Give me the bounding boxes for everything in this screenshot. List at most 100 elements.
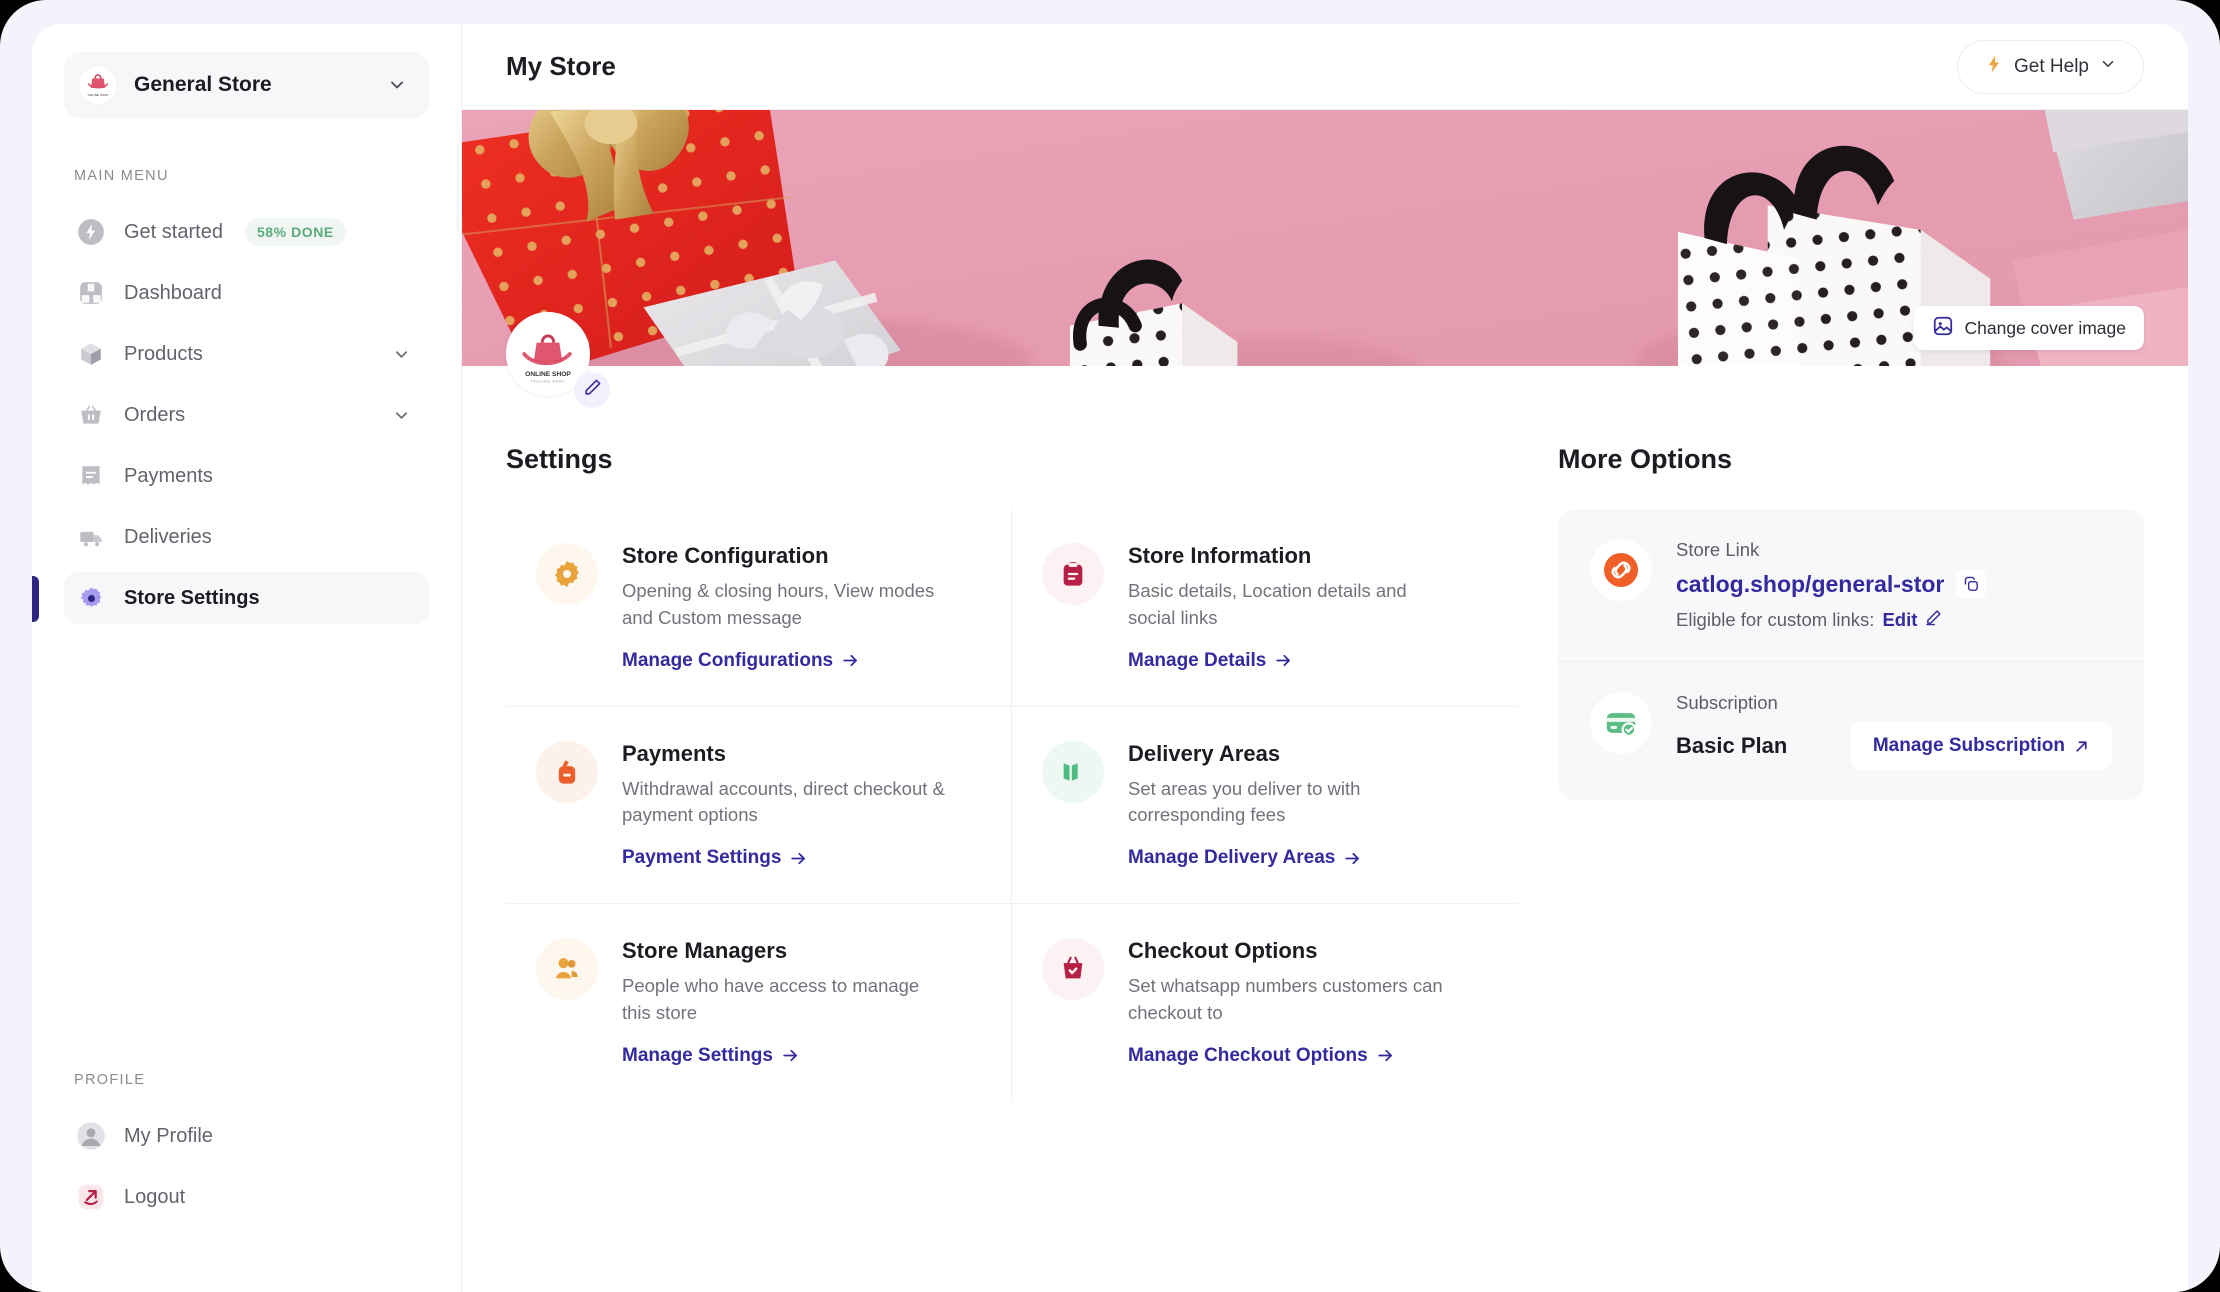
content-area: Settings Store Configuration Opening & c…: [462, 366, 2188, 1101]
chevron-down-icon: [2099, 55, 2117, 79]
card-title: Delivery Areas: [1128, 740, 1281, 766]
settings-card-store-managers[interactable]: Store Managers People who have access to…: [506, 904, 1012, 1101]
more-options-panel: Store Link catlog.shop/general-stor Elig…: [1558, 509, 2144, 800]
card-check-icon: [1590, 692, 1652, 754]
sidebar-item-products[interactable]: Products: [64, 328, 429, 380]
page-title: My Store: [506, 51, 616, 81]
image-icon: [1932, 315, 1954, 342]
subscription-plan-row: Basic Plan Manage Subscription: [1676, 722, 2112, 770]
settings-card-delivery-areas[interactable]: Delivery Areas Set areas you deliver to …: [1012, 707, 1518, 905]
card-title: Store Configuration: [622, 543, 829, 568]
card-link-label: Manage Checkout Options: [1128, 1044, 1368, 1066]
gear-icon: [76, 583, 106, 613]
store-link-url[interactable]: catlog.shop/general-stor: [1676, 569, 1987, 599]
lightning-bolt-icon: [76, 217, 106, 247]
eligible-custom-links: Eligible for custom links: Edit: [1676, 609, 1986, 631]
settings-column: Settings Store Configuration Opening & c…: [506, 444, 1518, 1101]
settings-card-store-information[interactable]: Store Information Basic details, Locatio…: [1012, 509, 1518, 707]
pencil-icon: [583, 378, 602, 402]
chevron-down-icon: [387, 75, 407, 95]
sidebar-item-label: Get started: [124, 220, 223, 243]
card-link-manage-details[interactable]: Manage Details: [1128, 650, 1293, 672]
sidebar-item-deliveries[interactable]: Deliveries: [64, 511, 429, 563]
sidebar-item-label: Orders: [124, 403, 186, 426]
card-title: Store Managers: [622, 938, 788, 964]
change-cover-image-button[interactable]: Change cover image: [1913, 306, 2144, 350]
svg-text:ONLINE SHOP: ONLINE SHOP: [525, 371, 571, 378]
sidebar-item-my-profile[interactable]: My Profile: [64, 1110, 429, 1162]
arrow-right-icon: [1276, 655, 1291, 667]
card-link-manage-settings[interactable]: Manage Settings: [622, 1045, 800, 1067]
settings-card-store-configuration[interactable]: Store Configuration Opening & closing ho…: [506, 509, 1012, 707]
settings-heading: Settings: [506, 444, 613, 474]
card-body: Store Configuration Opening & closing ho…: [622, 543, 952, 672]
card-link-label: Manage Details: [1128, 649, 1267, 671]
card-description: Opening & closing hours, View modes and …: [622, 580, 935, 628]
subscription-plan-name: Basic Plan: [1676, 733, 1788, 758]
lightning-bolt-icon: [1984, 54, 2004, 80]
change-cover-image-label: Change cover image: [1964, 317, 2126, 338]
more-options-column: More Options Store Link catlog.shop/gene…: [1558, 444, 2144, 1101]
user-avatar-icon: [76, 1121, 106, 1151]
arrow-right-icon: [843, 655, 858, 667]
chevron-down-icon[interactable]: [392, 345, 411, 364]
store-logo-icon: ONLINE SHOP: [78, 65, 118, 105]
sidebar-item-logout[interactable]: Logout: [64, 1171, 429, 1223]
arrow-right-icon: [783, 1050, 797, 1062]
sidebar-profile-section: PROFILE My Profile Logout: [64, 1072, 429, 1292]
store-link-label: Store Link: [1676, 539, 1760, 560]
pencil-icon[interactable]: [1925, 609, 1942, 631]
subscription-label: Subscription: [1676, 692, 1778, 713]
main-menu-label: MAIN MENU: [74, 168, 169, 184]
card-description: Withdrawal accounts, direct checkout & p…: [622, 777, 945, 826]
edit-logo-button[interactable]: [574, 372, 610, 408]
card-title: Store Information: [1128, 543, 1312, 568]
get-help-button[interactable]: Get Help: [1957, 39, 2144, 94]
card-link-manage-configurations[interactable]: Manage Configurations: [622, 650, 860, 672]
truck-icon: [76, 522, 106, 552]
edit-store-link-label[interactable]: Edit: [1882, 609, 1917, 631]
chevron-down-icon[interactable]: [392, 406, 411, 425]
copy-icon[interactable]: [1956, 569, 1987, 599]
card-link-payment-settings[interactable]: Payment Settings: [622, 847, 808, 869]
store-link-body: Store Link catlog.shop/general-stor Elig…: [1676, 539, 1987, 631]
subscription-body: Subscription Basic Plan Manage Subscript…: [1676, 692, 2112, 770]
clipboard-icon: [1042, 543, 1104, 605]
link-icon: [1590, 539, 1652, 601]
manage-subscription-button[interactable]: Manage Subscription: [1850, 722, 2112, 770]
sidebar-item-get-started[interactable]: Get started 58% DONE: [64, 206, 429, 258]
cover-section: Change cover image ONLINE SHOP TAGLINE H…: [462, 110, 2188, 408]
map-fold-icon: [1042, 740, 1104, 803]
app-shell: ONLINE SHOP General Store MAIN MENU Get …: [32, 24, 2188, 1292]
top-bar: My Store Get Help: [462, 24, 2188, 110]
card-link-manage-delivery-areas[interactable]: Manage Delivery Areas: [1128, 847, 1362, 869]
card-title: Checkout Options: [1128, 938, 1318, 964]
progress-badge: 58% DONE: [244, 218, 346, 246]
subscription-row: Subscription Basic Plan Manage Subscript…: [1558, 661, 2144, 800]
settings-card-checkout-options[interactable]: Checkout Options Set whatsapp numbers cu…: [1012, 904, 1518, 1101]
svg-text:ONLINE SHOP: ONLINE SHOP: [88, 93, 109, 97]
card-body: Delivery Areas Set areas you deliver to …: [1128, 741, 1458, 870]
settings-grid: Store Configuration Opening & closing ho…: [506, 509, 1518, 1101]
sidebar-item-dashboard[interactable]: Dashboard: [64, 267, 429, 319]
card-link-manage-checkout-options[interactable]: Manage Checkout Options: [1128, 1045, 1395, 1067]
active-indicator: [32, 576, 39, 622]
sidebar-item-store-settings[interactable]: Store Settings: [32, 572, 429, 624]
more-options-heading: More Options: [1558, 444, 1732, 474]
sidebar-item-label: Logout: [124, 1185, 186, 1208]
sidebar-item-orders[interactable]: Orders: [64, 389, 429, 441]
card-body: Store Information Basic details, Locatio…: [1128, 543, 1458, 672]
svg-text:TAGLINE HERE: TAGLINE HERE: [531, 379, 566, 383]
settings-card-payments[interactable]: Payments Withdrawal accounts, direct che…: [506, 706, 1012, 905]
arrow-up-right-icon: [2076, 740, 2087, 752]
card-link-label: Payment Settings: [622, 847, 782, 869]
card-title: Payments: [622, 740, 726, 766]
card-body: Store Managers People who have access to…: [622, 938, 952, 1067]
card-link-label: Manage Configurations: [622, 649, 834, 671]
sidebar: ONLINE SHOP General Store MAIN MENU Get …: [32, 24, 462, 1292]
people-icon: [536, 938, 598, 1001]
sidebar-item-payments[interactable]: Payments: [64, 450, 429, 502]
main-content: My Store Get Help Change cover image ONL…: [462, 24, 2188, 1292]
store-switcher[interactable]: ONLINE SHOP General Store: [64, 52, 429, 118]
